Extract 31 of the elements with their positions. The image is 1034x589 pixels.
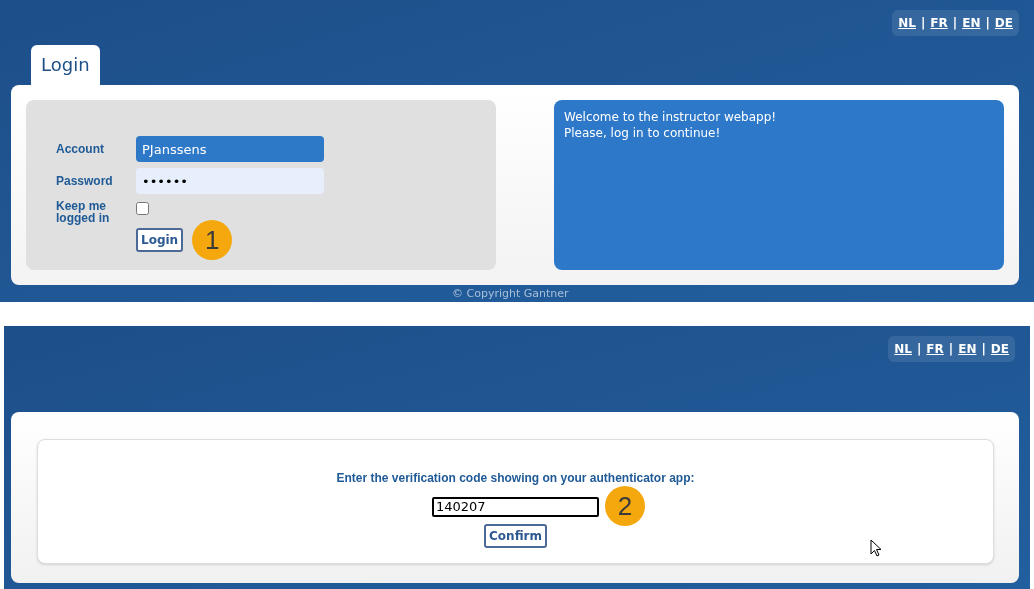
step-badge: 2	[605, 486, 645, 526]
language-link[interactable]: DE	[990, 340, 1009, 358]
language-link[interactable]: FR	[926, 340, 944, 358]
tab[interactable]: Login	[31, 45, 100, 86]
language-link[interactable]: EN	[962, 14, 981, 32]
field-label: Keep me logged in	[56, 200, 111, 224]
footer-text: © Copyright Gantner	[452, 287, 569, 300]
confirm-button[interactable]: Confirm	[484, 524, 547, 548]
separator: |	[952, 15, 958, 32]
verification-prompt: Enter the verification code showing on your authenticator app:	[336, 470, 695, 487]
separator: |	[981, 341, 986, 358]
language-link[interactable]: NL	[898, 14, 916, 32]
separator: |	[948, 341, 954, 358]
language-link[interactable]: FR	[930, 14, 948, 32]
language-link[interactable]: DE	[994, 14, 1013, 32]
language-link[interactable]: EN	[958, 340, 977, 358]
field-label: Password	[56, 173, 114, 190]
code-field[interactable]: 140207	[432, 496, 599, 517]
mouse-cursor-icon	[870, 539, 882, 557]
separator: |	[920, 15, 926, 32]
welcome-text: Welcome to the instructor webapp!	[564, 109, 778, 125]
password-field[interactable]: ••••••	[136, 168, 324, 194]
separator: |	[985, 15, 990, 32]
language-link[interactable]: NL	[894, 340, 912, 358]
step-badge: 1	[192, 220, 233, 260]
remember-checkbox[interactable]	[136, 202, 149, 215]
welcome-text: Please, log in to continue!	[564, 125, 722, 141]
login-button[interactable]: Login	[136, 228, 184, 252]
field-label: Account	[56, 141, 105, 158]
separator: |	[916, 341, 922, 358]
account-field[interactable]: PJanssens	[136, 136, 324, 162]
